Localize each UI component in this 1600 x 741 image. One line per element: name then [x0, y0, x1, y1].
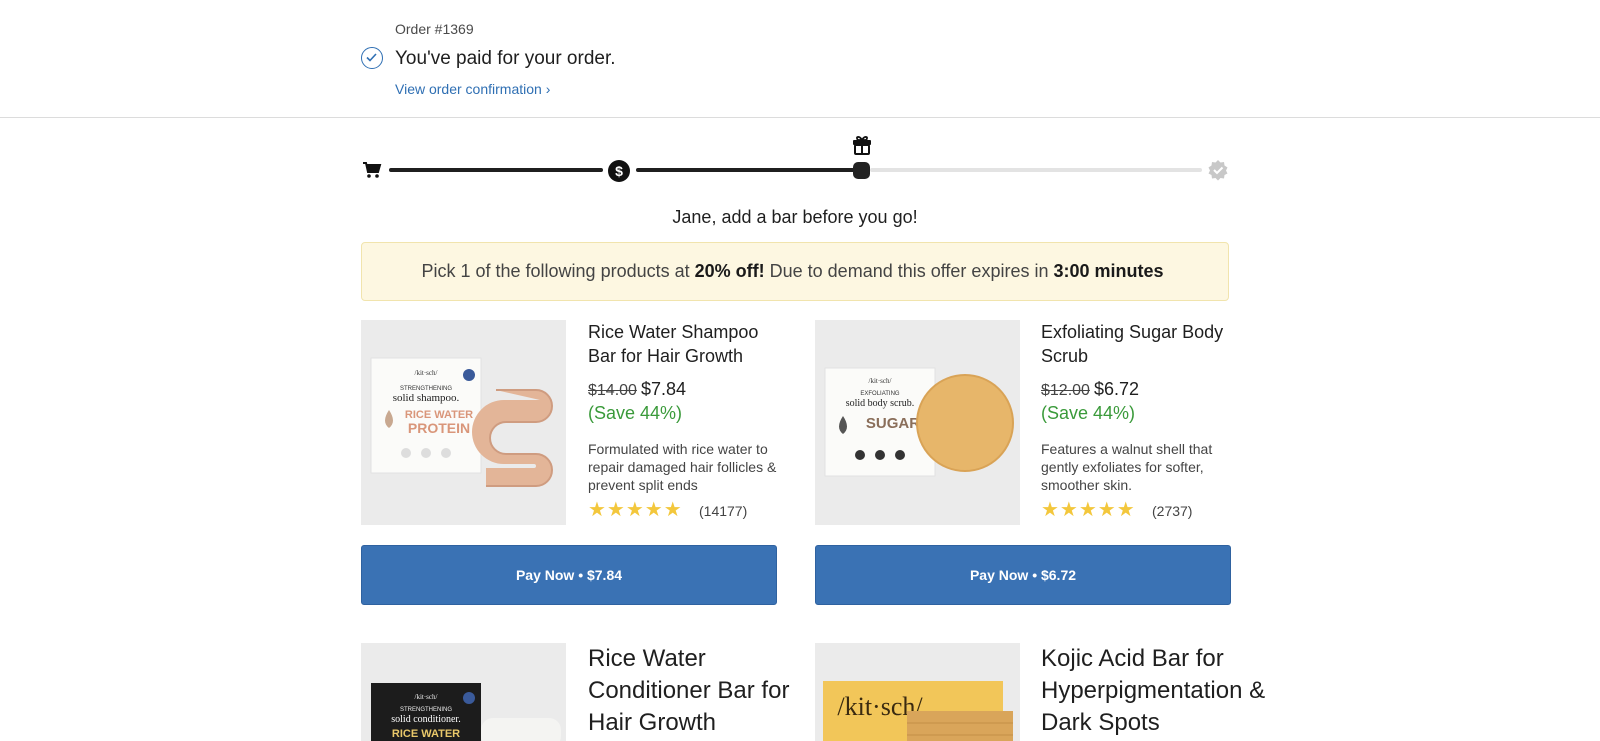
header-divider: [0, 117, 1600, 118]
product-image-sugar-scrub[interactable]: /kit·sch/ EXFOLIATING solid body scrub. …: [815, 320, 1020, 525]
cart-icon: [362, 160, 382, 185]
product-1-title[interactable]: Rice Water Shampoo Bar for Hair Growth: [588, 320, 783, 368]
product-2-review-count[interactable]: (2737): [1152, 503, 1192, 519]
product-1-review-count[interactable]: (14177): [699, 503, 747, 519]
progress-segment-1: [389, 168, 603, 172]
check-circle-icon: [361, 47, 383, 69]
view-order-confirmation-link[interactable]: View order confirmation ›: [395, 81, 550, 97]
pay-now-button-product-1[interactable]: Pay Now • $7.84: [361, 545, 777, 605]
product-3-pkg-brand: /kit·sch/: [415, 693, 438, 701]
product-1-pkg-line2: solid shampoo.: [393, 392, 460, 404]
offer-discount: 20% off!: [694, 261, 765, 281]
product-2-description: Features a walnut shell that gently exfo…: [1041, 441, 1213, 493]
progress-segment-2: [636, 168, 856, 172]
product-1-pkg-brand: /kit·sch/: [415, 369, 438, 377]
current-step-marker: [853, 162, 870, 179]
product-2-pkg-line2: solid body scrub.: [846, 398, 915, 409]
product-image-kojic-acid-bar[interactable]: /kit·sch/: [815, 643, 1020, 741]
product-1-old-price: $14.00: [588, 382, 637, 399]
offer-middle: Due to demand this offer expires in: [769, 261, 1049, 281]
offer-prefix: Pick 1 of the following products at: [421, 261, 690, 281]
offer-timer: 3:00 minutes: [1053, 261, 1164, 281]
progress-segment-3: [870, 168, 1202, 172]
product-1-price: $14.00 $7.84: [588, 379, 686, 400]
product-2-pkg-line3: SUGAR: [866, 415, 920, 432]
verified-badge-icon: [1207, 159, 1229, 186]
product-3-pkg-line2: solid conditioner.: [391, 714, 460, 725]
product-2-price: $12.00 $6.72: [1041, 379, 1139, 400]
product-2-savings: (Save 44%): [1041, 403, 1136, 423]
product-1-pkg-line4: PROTEIN: [408, 420, 470, 436]
product-4-title[interactable]: Kojic Acid Bar for Hyperpigmentation & D…: [1041, 643, 1281, 739]
pay-now-button-product-2[interactable]: Pay Now • $6.72: [815, 545, 1231, 605]
product-2-rating-stars: ★★★★★: [1041, 499, 1136, 521]
product-2-pkg-brand: /kit·sch/: [869, 377, 892, 385]
product-1-rating-stars: ★★★★★: [588, 499, 683, 521]
product-1-description: Formulated with rice water to repair dam…: [588, 441, 777, 493]
product-2-new-price: $6.72: [1093, 379, 1139, 399]
product-3-pkg-line3: RICE WATER: [392, 728, 460, 740]
product-2-pkg-line1: EXFOLIATING: [860, 391, 900, 397]
product-1-new-price: $7.84: [640, 379, 686, 399]
upsell-headline: Jane, add a bar before you go!: [672, 207, 918, 227]
dollar-icon: $: [608, 160, 630, 182]
offer-banner: Pick 1 of the following products at 20% …: [361, 242, 1229, 301]
order-number: Order #1369: [395, 21, 474, 37]
product-3-title[interactable]: Rice Water Conditioner Bar for Hair Grow…: [588, 643, 818, 739]
product-1-savings: (Save 44%): [588, 403, 683, 423]
product-2-title[interactable]: Exfoliating Sugar Body Scrub: [1041, 320, 1236, 368]
paid-message: You've paid for your order.: [395, 48, 616, 69]
product-2-old-price: $12.00: [1041, 382, 1090, 399]
gift-icon: [851, 134, 873, 161]
product-3-pkg-line1: STRENGTHENING: [400, 707, 452, 713]
product-image-rice-water-shampoo[interactable]: /kit·sch/ STRENGTHENING solid shampoo. R…: [361, 320, 566, 525]
product-image-rice-water-conditioner[interactable]: /kit·sch/ STRENGTHENING solid conditione…: [361, 643, 566, 741]
